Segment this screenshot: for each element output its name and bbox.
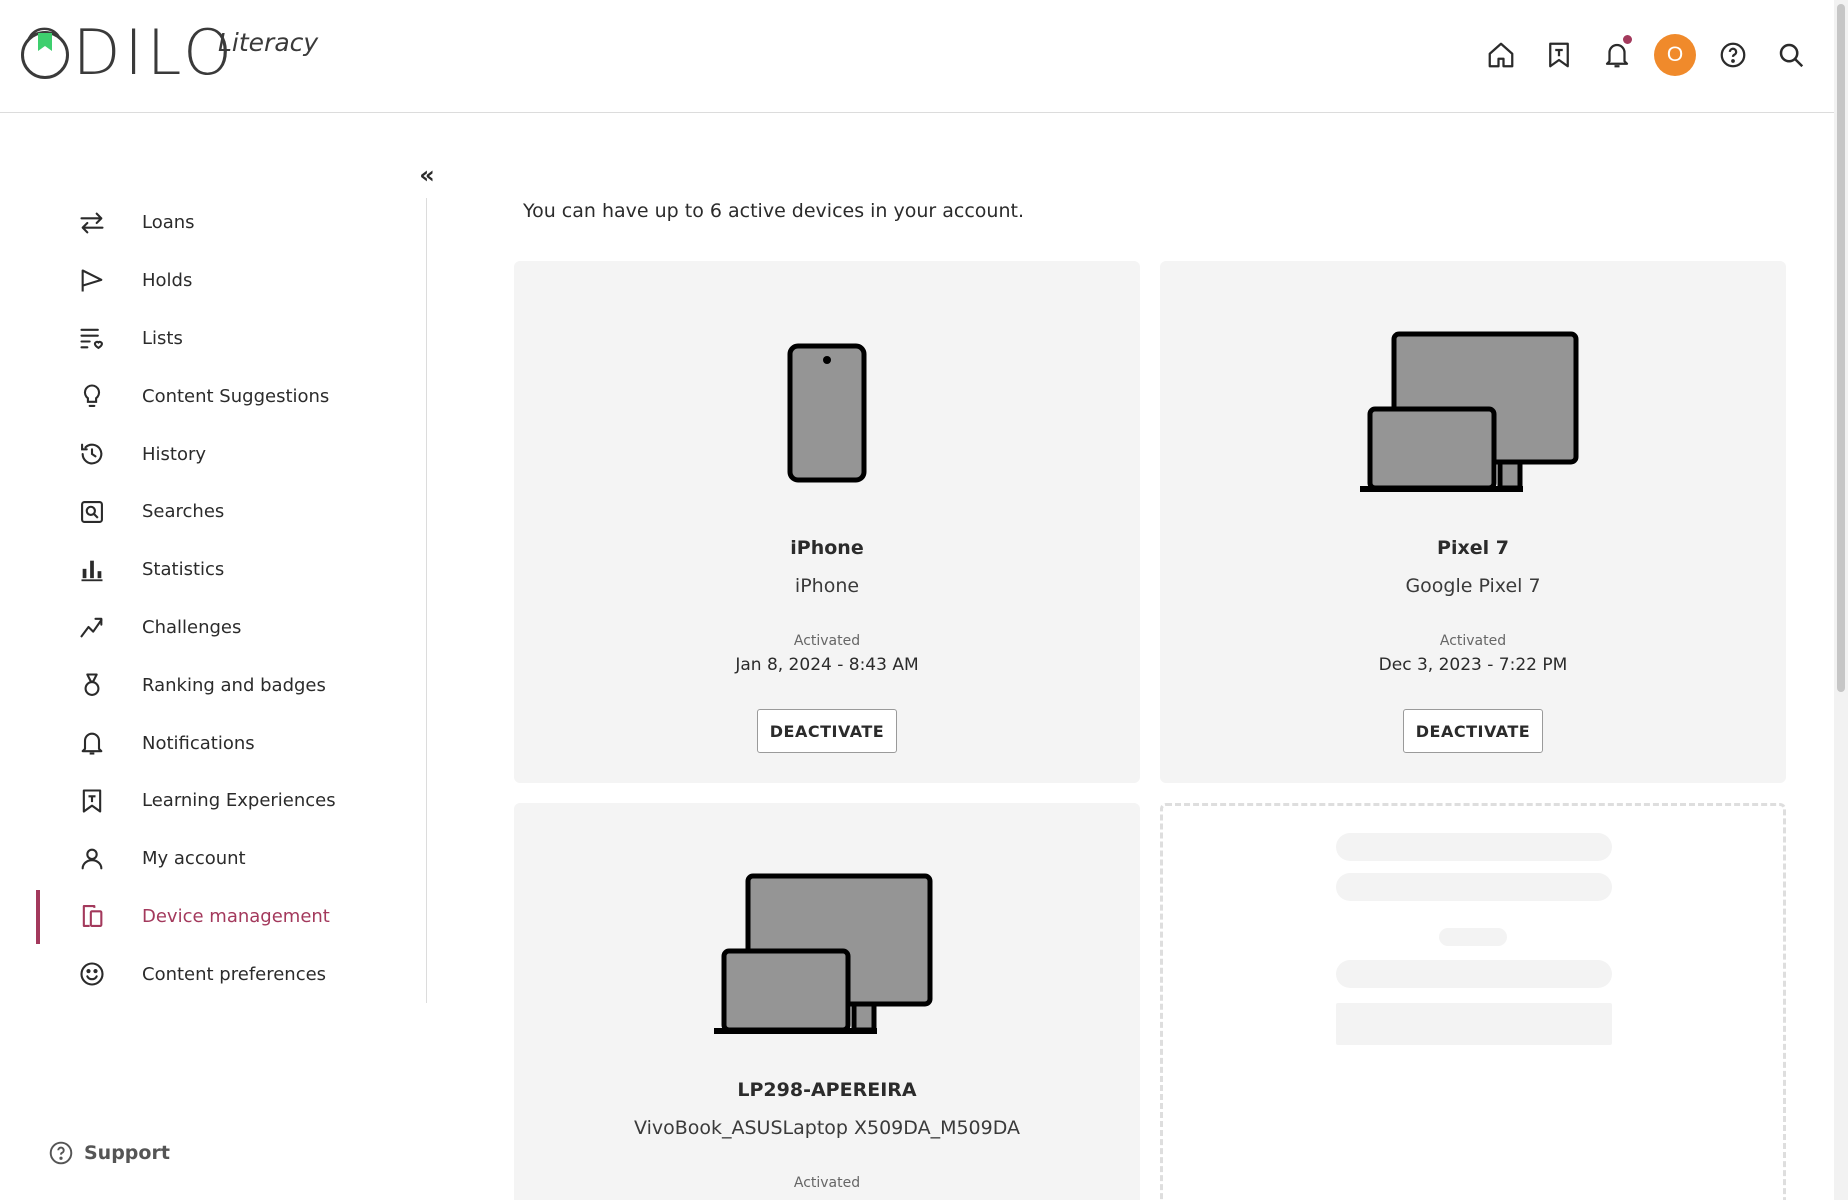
- top-header: ODILO Literacy O: [0, 0, 1834, 113]
- trend-icon: [76, 611, 108, 643]
- page: ODILO Literacy O « Loans Holds Lists Con…: [0, 0, 1848, 1200]
- help-icon: [1720, 42, 1746, 68]
- double-chevron-left-icon: «: [419, 161, 435, 189]
- skeleton-line: [1439, 928, 1507, 946]
- skeleton-line: [1336, 873, 1612, 901]
- sidebar-item-label: Statistics: [142, 559, 225, 581]
- sidebar-nav: Loans Holds Lists Content Suggestions Hi…: [36, 194, 416, 1003]
- sidebar-item-statistics[interactable]: Statistics: [36, 541, 416, 599]
- collapse-sidebar-button[interactable]: «: [414, 161, 440, 189]
- sidebar-item-history[interactable]: History: [36, 425, 416, 483]
- sidebar-item-label: Challenges: [142, 616, 242, 638]
- device-name: LP298-APEREIRA: [737, 1079, 917, 1101]
- bell-icon: [1605, 43, 1629, 68]
- medal-icon: [76, 669, 108, 701]
- sidebar-item-label: Device management: [142, 905, 330, 927]
- devices-icon: [76, 900, 108, 932]
- help-icon: [49, 1141, 73, 1165]
- sidebar-item-label: Lists: [142, 327, 183, 349]
- device-card: LP298-APEREIRA VivoBook_ASUSLaptop X509D…: [514, 803, 1140, 1200]
- sidebar-item-my-account[interactable]: My account: [36, 830, 416, 888]
- sidebar-item-content-suggestions[interactable]: Content Suggestions: [36, 367, 416, 425]
- sidebar-item-learning-experiences[interactable]: Learning Experiences: [36, 772, 416, 830]
- device-name: Pixel 7: [1437, 537, 1509, 559]
- sidebar-item-label: Ranking and badges: [142, 674, 326, 696]
- user-icon: [76, 843, 108, 875]
- sidebar-item-label: Content Suggestions: [142, 385, 330, 407]
- support-link[interactable]: Support: [48, 1140, 170, 1166]
- help-button[interactable]: [1704, 32, 1762, 78]
- sidebar-divider: [426, 198, 427, 1003]
- empty-device-slot: [1160, 803, 1786, 1200]
- sidebar-item-notifications[interactable]: Notifications: [36, 714, 416, 772]
- sidebar-item-holds[interactable]: Holds: [36, 252, 416, 310]
- desktop-laptop-icon: [514, 873, 1140, 1037]
- avatar: O: [1654, 34, 1696, 76]
- phone-icon: [514, 343, 1140, 483]
- list-heart-icon: [76, 322, 108, 354]
- device-card: iPhone iPhone Activated Jan 8, 2024 - 8:…: [514, 261, 1140, 783]
- search-box-icon: [76, 496, 108, 528]
- bell-icon: [76, 727, 108, 759]
- device-card: Pixel 7 Google Pixel 7 Activated Dec 3, …: [1160, 261, 1786, 783]
- sidebar-item-loans[interactable]: Loans: [36, 194, 416, 252]
- sidebar-item-label: Loans: [142, 212, 195, 234]
- page-scrollbar[interactable]: [1834, 0, 1848, 1200]
- skeleton-line: [1336, 833, 1612, 861]
- sidebar-item-label: Holds: [142, 270, 193, 292]
- history-icon: [76, 438, 108, 470]
- skeleton-button: [1336, 1003, 1612, 1045]
- odilo-logo[interactable]: ODILO Literacy: [20, 22, 340, 86]
- sidebar-item-label: History: [142, 443, 207, 465]
- sidebar-item-label: My account: [142, 848, 246, 870]
- device-name: iPhone: [790, 537, 864, 559]
- notifications-button[interactable]: [1588, 32, 1646, 78]
- skeleton-line: [1336, 960, 1612, 988]
- sidebar-item-label: Searches: [142, 501, 225, 523]
- notification-dot: [1623, 35, 1632, 44]
- sidebar-item-label: Notifications: [142, 732, 255, 754]
- profile-button[interactable]: O: [1646, 32, 1704, 78]
- sidebar-item-ranking-and-badges[interactable]: Ranking and badges: [36, 656, 416, 714]
- support-label: Support: [84, 1142, 170, 1164]
- search-icon: [1779, 43, 1804, 68]
- device-model: Google Pixel 7: [1405, 575, 1541, 597]
- activated-label: Activated: [793, 633, 861, 649]
- sidebar-item-challenges[interactable]: Challenges: [36, 599, 416, 657]
- device-model: VivoBook_ASUSLaptop X509DA_M509DA: [633, 1117, 1021, 1139]
- activation-date: Dec 3, 2023 - 7:22 PM: [1378, 655, 1568, 675]
- activation-date: Jan 8, 2024 - 8:43 AM: [735, 655, 919, 675]
- flag-icon: [76, 265, 108, 297]
- search-button[interactable]: [1762, 32, 1820, 78]
- sidebar-item-content-preferences[interactable]: Content preferences: [36, 945, 416, 1003]
- logo-subtitle: Literacy: [218, 28, 319, 57]
- swap-arrows-icon: [76, 207, 108, 239]
- sidebar-item-searches[interactable]: Searches: [36, 483, 416, 541]
- bar-chart-icon: [76, 554, 108, 586]
- sidebar-item-label: Learning Experiences: [142, 790, 336, 812]
- activated-label: Activated: [1439, 633, 1507, 649]
- sidebar-item-device-management[interactable]: Device management: [36, 888, 416, 946]
- activated-label: Activated: [793, 1175, 861, 1191]
- bookmark-badge-icon: [76, 785, 108, 817]
- device-model: iPhone: [794, 575, 860, 597]
- lightbulb-icon: [76, 380, 108, 412]
- deactivate-button[interactable]: DEACTIVATE: [1403, 709, 1543, 753]
- bookmarks-button[interactable]: [1530, 32, 1588, 78]
- home-icon: [1488, 42, 1514, 68]
- sidebar-item-lists[interactable]: Lists: [36, 310, 416, 368]
- desktop-laptop-icon: [1160, 331, 1786, 495]
- header-actions: O: [1472, 32, 1820, 78]
- device-limit-text: You can have up to 6 active devices in y…: [523, 200, 1024, 222]
- home-button[interactable]: [1472, 32, 1530, 78]
- scrollbar-thumb[interactable]: [1837, 4, 1845, 692]
- sidebar-item-label: Content preferences: [142, 963, 327, 985]
- deactivate-button[interactable]: DEACTIVATE: [757, 709, 897, 753]
- bookmark-icon: [1549, 42, 1569, 68]
- smiley-icon: [76, 958, 108, 990]
